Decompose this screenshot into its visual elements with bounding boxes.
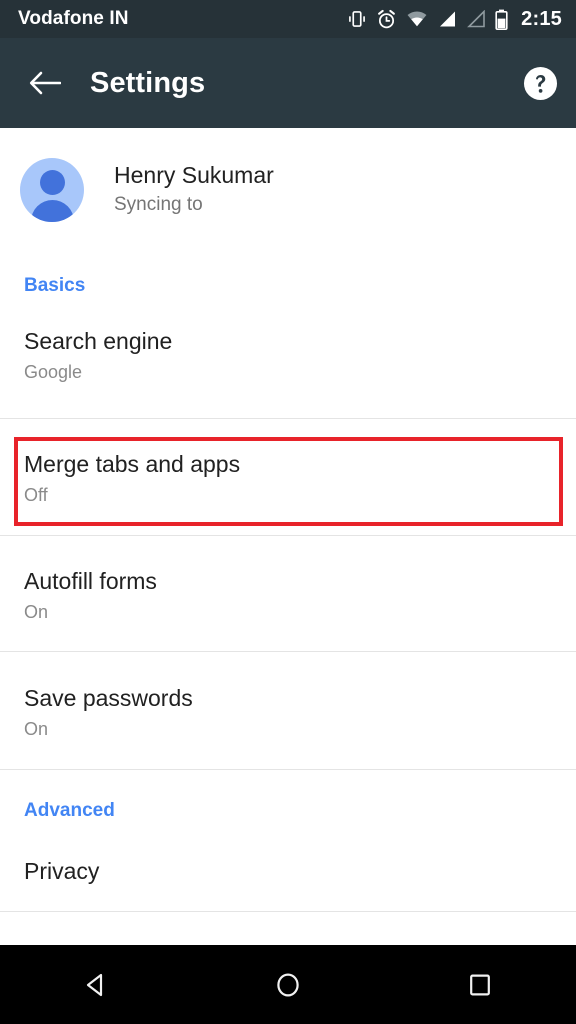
divider — [0, 418, 576, 419]
back-arrow-icon[interactable] — [28, 66, 62, 100]
list-item-title: Search engine — [24, 328, 173, 354]
list-item-save-passwords[interactable]: Save passwords On — [0, 685, 576, 769]
nav-recents-icon[interactable] — [434, 945, 526, 1024]
page-title: Settings — [90, 66, 206, 99]
clock-label: 2:15 — [521, 7, 562, 30]
status-icons: 2:15 — [347, 8, 562, 31]
list-item-subtitle: On — [24, 601, 49, 622]
alarm-icon — [376, 9, 397, 30]
section-header-basics: Basics — [24, 275, 86, 296]
help-icon[interactable] — [522, 65, 558, 101]
person-avatar-icon — [20, 157, 84, 222]
list-item-autofill-forms[interactable]: Autofill forms On — [0, 568, 576, 652]
divider — [0, 651, 576, 652]
wifi-icon — [406, 10, 428, 28]
list-item-subtitle: Off — [24, 484, 48, 505]
account-sync-status: Syncing to — [114, 194, 203, 216]
status-bar: Vodafone IN 2:15 — [0, 0, 576, 38]
settings-list: Henry Sukumar Syncing to Basics Search e… — [0, 128, 576, 945]
signal-icon — [437, 10, 457, 28]
divider — [0, 911, 576, 912]
account-name: Henry Sukumar — [114, 162, 274, 189]
navigation-bar — [0, 945, 576, 1024]
list-item-title: Autofill forms — [24, 568, 157, 594]
nav-home-icon[interactable] — [242, 945, 334, 1024]
list-item-search-engine[interactable]: Search engine Google — [0, 328, 576, 418]
app-bar: Settings — [0, 38, 576, 128]
list-item-merge-tabs-and-apps[interactable]: Merge tabs and apps Off — [0, 451, 576, 536]
section-header-advanced: Advanced — [24, 800, 115, 821]
nav-back-icon[interactable] — [50, 945, 142, 1024]
list-item-title: Merge tabs and apps — [24, 451, 241, 477]
list-item-subtitle: Google — [24, 361, 83, 382]
battery-icon — [495, 9, 508, 30]
list-item-title: Save passwords — [24, 685, 193, 711]
list-item-title: Privacy — [24, 858, 100, 884]
carrier-label: Vodafone IN — [18, 8, 129, 29]
list-item-subtitle: On — [24, 718, 49, 739]
signal-empty-icon — [466, 10, 486, 28]
divider — [0, 769, 576, 770]
vibrate-icon — [347, 9, 367, 29]
list-item-privacy[interactable]: Privacy — [0, 858, 576, 918]
divider — [0, 535, 576, 536]
account-row[interactable]: Henry Sukumar Syncing to — [0, 128, 576, 224]
